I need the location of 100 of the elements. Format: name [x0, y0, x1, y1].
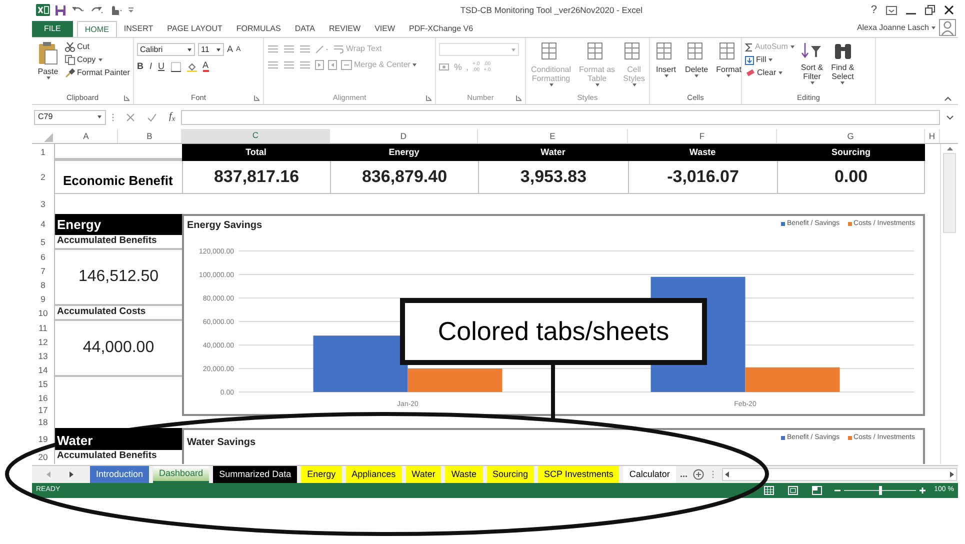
sheet-tab[interactable]: Dashboard [153, 466, 210, 483]
hand-icon[interactable] [109, 4, 123, 16]
row-header[interactable]: 15 [32, 377, 55, 392]
ribbon-button[interactable]: Sort & Filter [798, 41, 826, 85]
slider-thumb[interactable] [878, 486, 882, 495]
align-lines-icon[interactable] [283, 44, 295, 54]
sheet-tab[interactable]: Waste [445, 466, 482, 483]
page-break-view-icon[interactable] [812, 486, 822, 495]
ribbon-tab[interactable]: REVIEW [322, 21, 368, 37]
sheet-tab[interactable]: Introduction [90, 466, 150, 483]
row-header[interactable]: 12 [32, 335, 55, 349]
ribbon-button[interactable]: Format [714, 41, 744, 78]
row-header[interactable]: 5 [32, 235, 55, 250]
scroll-up-icon[interactable] [946, 146, 954, 151]
align-lines-icon[interactable] [283, 60, 295, 70]
row-header[interactable]: 14 [32, 363, 55, 377]
ribbon-button[interactable]: Format Painter [65, 67, 130, 79]
sheet-tab[interactable]: Energy [301, 466, 342, 483]
sheet-tab[interactable]: Appliances [346, 466, 402, 483]
font-size-field[interactable]: 11 [198, 43, 224, 56]
row-header[interactable]: 1 [32, 144, 55, 161]
customize-caret-icon[interactable] [128, 7, 134, 13]
indent-icon[interactable] [315, 60, 324, 70]
row-header[interactable]: 6 [32, 250, 55, 264]
row-header[interactable]: 7 [32, 264, 55, 278]
row-header[interactable]: 13 [32, 349, 55, 363]
name-box[interactable]: C79 [34, 110, 106, 124]
row-header[interactable]: 18 [32, 416, 55, 428]
align-lines-icon[interactable] [299, 44, 311, 54]
border-icon[interactable] [170, 62, 181, 72]
row-header[interactable]: 2 [32, 161, 55, 194]
paint-bucket-icon[interactable] [186, 62, 197, 72]
ribbon-tab[interactable]: FORMULAS [229, 21, 288, 37]
select-all-triangle-icon[interactable] [44, 133, 53, 142]
row-header[interactable]: 10 [32, 306, 55, 321]
dialog-launcher-icon[interactable] [124, 95, 130, 101]
row-header[interactable]: 3 [32, 194, 55, 214]
more-sheets-button[interactable]: ... [676, 468, 692, 482]
normal-view-icon[interactable] [764, 486, 774, 495]
row-header[interactable]: 17 [32, 404, 55, 416]
collapse-ribbon-icon[interactable] [944, 96, 952, 101]
dialog-launcher-icon[interactable] [426, 95, 432, 101]
close-icon[interactable] [944, 5, 954, 15]
scroll-right-icon[interactable] [947, 471, 956, 478]
align-lines-icon[interactable] [267, 44, 279, 54]
font-color-button[interactable]: A [202, 61, 209, 72]
expand-formula-bar-icon[interactable] [946, 114, 954, 120]
enter-icon[interactable] [147, 112, 157, 122]
ribbon-display-icon[interactable] [886, 6, 897, 14]
formula-input-field[interactable] [181, 110, 940, 124]
font-name-field[interactable]: Calibri [137, 43, 195, 56]
orientation-icon[interactable] [315, 44, 329, 54]
dialog-launcher-icon[interactable] [254, 95, 260, 101]
sheet-tab[interactable]: Summarized Data [213, 466, 298, 483]
user-menu[interactable]: Alexa Joanne Lasch [856, 22, 936, 34]
ribbon-tab[interactable]: VIEW [368, 21, 402, 37]
text-style-button[interactable]: U [158, 62, 165, 71]
file-tab[interactable]: FILE [32, 21, 73, 37]
cancel-icon[interactable] [126, 112, 135, 122]
number-format-field[interactable] [439, 43, 519, 56]
ribbon-button[interactable]: Insert [653, 41, 679, 78]
ribbon-button[interactable]: Paste [35, 41, 61, 80]
sheet-tab[interactable]: Sourcing [486, 466, 534, 483]
redo-icon[interactable] [90, 5, 104, 15]
ribbon-button[interactable]: Copy [65, 54, 130, 66]
scrollbar-thumb[interactable] [943, 153, 956, 233]
ribbon-tab[interactable]: DATA [288, 21, 322, 37]
ribbon-tab[interactable]: PDF-XChange V6 [402, 21, 480, 37]
zoom-out-icon[interactable] [834, 487, 842, 494]
restore-icon[interactable] [925, 5, 935, 15]
row-header[interactable]: 8 [32, 278, 55, 292]
ribbon-button[interactable]: Clear [745, 67, 795, 79]
indent-icon[interactable] [328, 60, 337, 70]
add-sheet-icon[interactable] [693, 469, 704, 480]
ribbon-tab[interactable]: HOME [76, 21, 117, 37]
help-button[interactable]: ? [870, 4, 877, 16]
align-lines-icon[interactable] [299, 60, 311, 70]
ribbon-tab[interactable]: INSERT [116, 21, 160, 37]
ribbon-tab[interactable]: PAGE LAYOUT [160, 21, 230, 37]
text-style-button[interactable]: B [137, 62, 144, 71]
ribbon-button[interactable]: Find & Select [829, 41, 856, 85]
ribbon-button[interactable]: Delete [683, 41, 710, 78]
row-header[interactable]: 11 [32, 321, 55, 335]
dialog-launcher-icon[interactable] [516, 95, 522, 101]
insert-function-button[interactable]: f$_{x}$ [169, 112, 176, 122]
text-style-button[interactable]: I [150, 62, 152, 71]
currency-icon[interactable] [439, 62, 450, 72]
row-header[interactable]: 9 [32, 292, 55, 306]
column-header[interactable]: C [182, 129, 330, 143]
sheet-tab[interactable]: Calculator [623, 466, 676, 483]
align-lines-icon[interactable] [267, 60, 279, 70]
row-header[interactable]: 16 [32, 392, 55, 404]
sheet-tab[interactable]: Water [406, 466, 442, 483]
ribbon-button[interactable]: Cut [65, 41, 130, 53]
grow-font-button[interactable]: A [227, 45, 234, 54]
zoom-in-icon[interactable] [919, 487, 926, 494]
page-layout-view-icon[interactable] [788, 486, 798, 495]
ribbon-button[interactable]: Fill [745, 54, 795, 66]
next-sheet-icon[interactable] [69, 471, 74, 478]
sheet-tab[interactable]: SCP Investments [538, 466, 620, 483]
